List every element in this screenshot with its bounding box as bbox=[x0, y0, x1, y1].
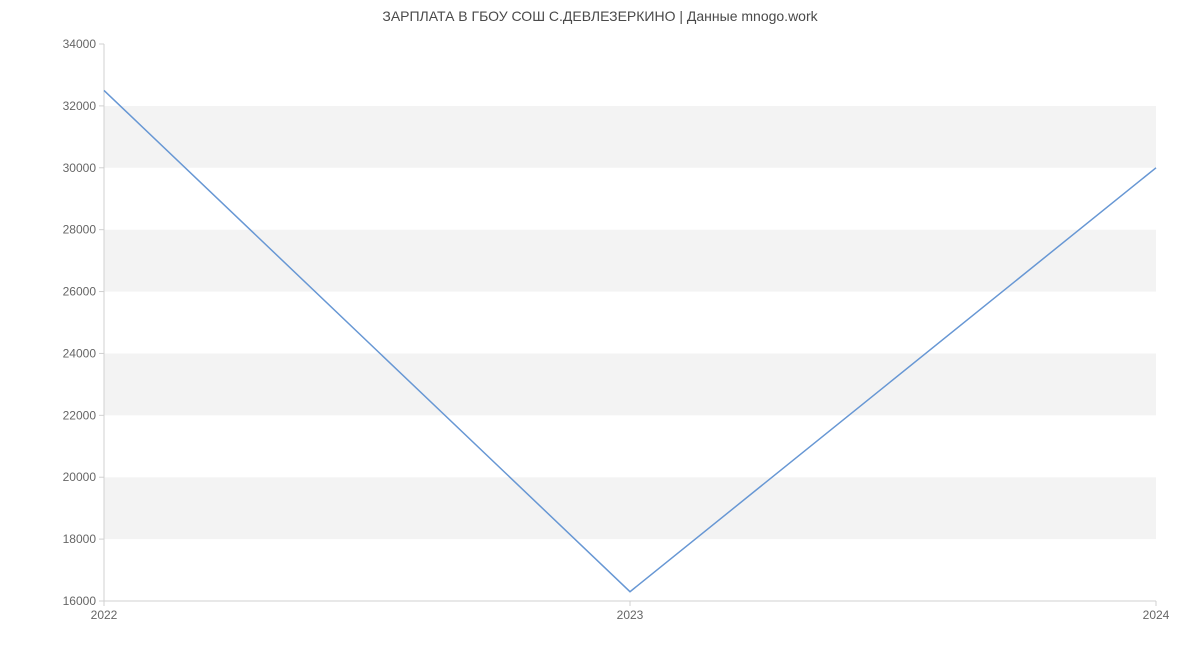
x-tick-label: 2023 bbox=[617, 608, 644, 622]
y-tick-label: 28000 bbox=[63, 223, 97, 237]
grid-band bbox=[104, 353, 1156, 415]
x-tick-label: 2022 bbox=[91, 608, 118, 622]
x-tick-label: 2024 bbox=[1143, 608, 1170, 622]
y-tick-label: 22000 bbox=[63, 408, 97, 422]
grid-band bbox=[104, 477, 1156, 539]
y-tick-label: 30000 bbox=[63, 161, 97, 175]
grid-band bbox=[104, 292, 1156, 354]
y-tick-label: 34000 bbox=[63, 37, 97, 51]
grid-band bbox=[104, 106, 1156, 168]
y-tick-label: 32000 bbox=[63, 99, 97, 113]
y-tick-label: 20000 bbox=[63, 470, 97, 484]
y-tick-label: 24000 bbox=[63, 346, 97, 360]
grid-band bbox=[104, 415, 1156, 477]
grid-band bbox=[104, 44, 1156, 106]
chart-container: ЗАРПЛАТА В ГБОУ СОШ С.ДЕВЛЕЗЕРКИНО | Дан… bbox=[0, 0, 1200, 650]
chart-svg: 16000 18000 20000 22000 24000 26000 28000 30000… bbox=[0, 0, 1200, 650]
y-tick-label: 26000 bbox=[63, 285, 97, 299]
grid-band bbox=[104, 168, 1156, 230]
y-tick-label: 18000 bbox=[63, 532, 97, 546]
y-tick-label: 16000 bbox=[63, 594, 97, 608]
grid-band bbox=[104, 230, 1156, 292]
